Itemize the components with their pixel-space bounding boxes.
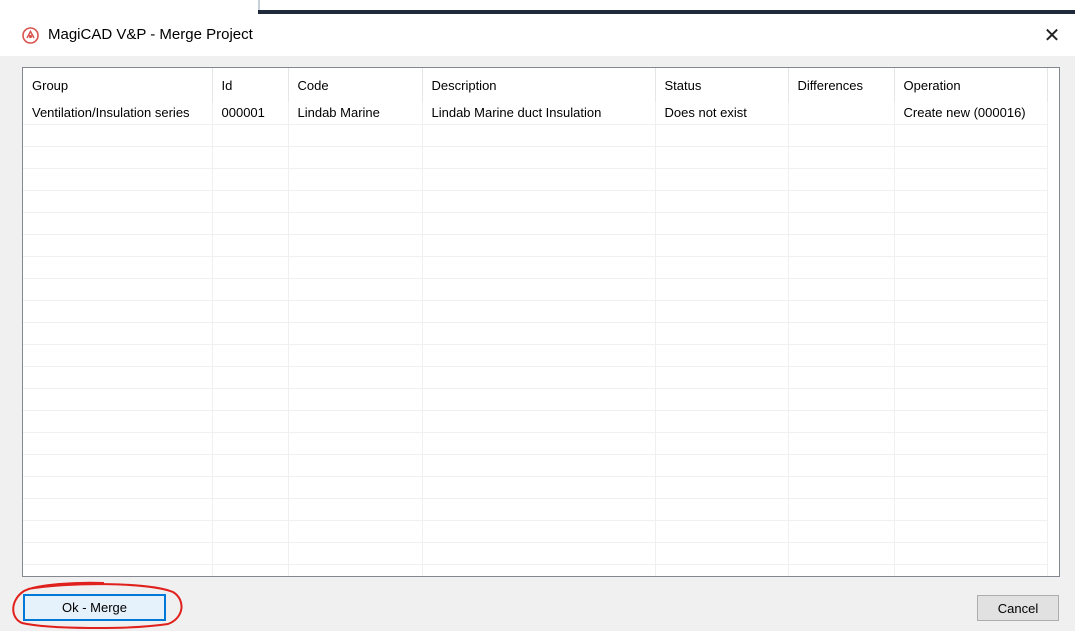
empty-row bbox=[23, 256, 1048, 279]
column-header-description[interactable]: Description bbox=[422, 68, 656, 102]
cell-operation[interactable]: Create new (000016) bbox=[894, 102, 1048, 125]
column-header-group[interactable]: Group bbox=[23, 68, 213, 102]
cell-group[interactable]: Ventilation/Insulation series bbox=[23, 102, 213, 125]
cell-code[interactable]: Lindab Marine bbox=[288, 102, 423, 125]
merge-grid[interactable]: Group Id Code Description Status Differe… bbox=[22, 67, 1060, 577]
column-header-status[interactable]: Status bbox=[655, 68, 789, 102]
cell-differences[interactable] bbox=[788, 102, 895, 125]
cell-id[interactable]: 000001 bbox=[212, 102, 289, 125]
empty-row bbox=[23, 520, 1048, 543]
column-header-differences[interactable]: Differences bbox=[788, 68, 895, 102]
empty-row bbox=[23, 278, 1048, 301]
window-title: MagiCAD V&P - Merge Project bbox=[48, 26, 253, 43]
empty-row bbox=[23, 410, 1048, 433]
grid-header-row: Group Id Code Description Status Differe… bbox=[23, 68, 1048, 102]
empty-row bbox=[23, 322, 1048, 345]
column-header-code[interactable]: Code bbox=[288, 68, 423, 102]
empty-row bbox=[23, 454, 1048, 477]
empty-row bbox=[23, 564, 1048, 576]
cell-status[interactable]: Does not exist bbox=[655, 102, 789, 125]
empty-row bbox=[23, 212, 1048, 235]
column-header-operation[interactable]: Operation bbox=[894, 68, 1048, 102]
empty-row bbox=[23, 190, 1048, 213]
cancel-button[interactable]: Cancel bbox=[977, 595, 1059, 621]
ok-merge-button[interactable]: Ok - Merge bbox=[23, 594, 166, 621]
empty-row bbox=[23, 124, 1048, 147]
empty-row bbox=[23, 234, 1048, 257]
empty-row bbox=[23, 476, 1048, 499]
empty-row bbox=[23, 388, 1048, 411]
magicad-logo-icon bbox=[22, 27, 39, 44]
close-icon: ✕ bbox=[1043, 24, 1061, 47]
empty-row bbox=[23, 366, 1048, 389]
empty-row bbox=[23, 344, 1048, 367]
empty-row bbox=[23, 300, 1048, 323]
empty-row bbox=[23, 498, 1048, 521]
title-bar: MagiCAD V&P - Merge Project ✕ bbox=[0, 14, 1075, 56]
cell-description[interactable]: Lindab Marine duct Insulation bbox=[422, 102, 656, 125]
dialog-footer: Ok - Merge Cancel bbox=[0, 590, 1075, 631]
empty-row bbox=[23, 146, 1048, 169]
empty-row bbox=[23, 168, 1048, 191]
column-header-id[interactable]: Id bbox=[212, 68, 289, 102]
table-row[interactable]: Ventilation/Insulation series 000001 Lin… bbox=[23, 102, 1048, 125]
background-window-strip bbox=[0, 0, 1075, 14]
empty-row bbox=[23, 542, 1048, 565]
merge-project-dialog: MagiCAD V&P - Merge Project ✕ Group Id C… bbox=[0, 0, 1075, 631]
empty-row bbox=[23, 432, 1048, 455]
close-button[interactable]: ✕ bbox=[1029, 14, 1075, 56]
